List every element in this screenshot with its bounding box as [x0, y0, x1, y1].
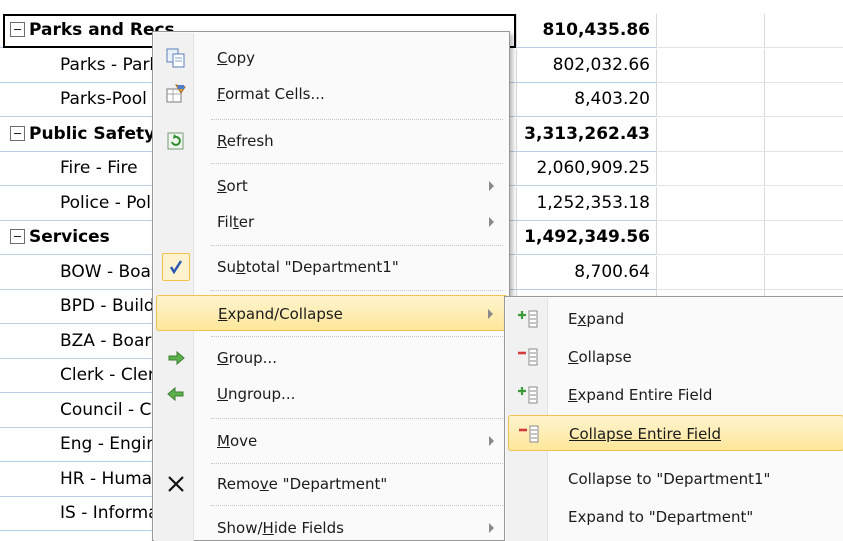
- empty-cell[interactable]: [656, 48, 764, 83]
- menu-item-remove[interactable]: Remove "Department": [156, 466, 508, 502]
- submenu-arrow-icon: [488, 309, 493, 319]
- plus-lines-icon: [517, 309, 539, 329]
- collapse-toggle-icon[interactable]: [10, 125, 25, 141]
- empty-cell[interactable]: [656, 255, 764, 290]
- row-label-text: Parks-Pool: [60, 89, 147, 109]
- menu-separator: [211, 163, 503, 164]
- value-cell[interactable]: 8,403.20: [516, 83, 656, 117]
- menu-item-show-hide-fields[interactable]: Show/Hide Fields: [156, 510, 508, 541]
- row-label-text: Clerk - Clerk: [60, 365, 165, 385]
- empty-cell[interactable]: [764, 186, 843, 221]
- menu-item-label: Show/Hide Fields: [217, 519, 344, 537]
- empty-cell[interactable]: [656, 117, 764, 152]
- value-cell[interactable]: 8,700.64: [516, 255, 656, 290]
- submenu-item-label: Collapse: [568, 348, 632, 366]
- value-cell[interactable]: 3,313,262.43: [516, 117, 656, 152]
- collapse-toggle-icon[interactable]: [10, 22, 25, 37]
- menu-item-label: Remove "Department": [217, 475, 388, 493]
- empty-cell[interactable]: [764, 152, 843, 186]
- menu-item-label: Refresh: [217, 132, 274, 150]
- menu-separator: [211, 119, 503, 120]
- row-label-text: BZA - Board: [60, 330, 162, 351]
- value-cell[interactable]: 810,435.86: [516, 14, 656, 48]
- empty-cell[interactable]: [764, 117, 843, 152]
- menu-separator: [211, 505, 503, 506]
- minus-lines-icon: [517, 347, 539, 367]
- empty-cell[interactable]: [656, 83, 764, 117]
- submenu-item-label: Expand to "Department": [568, 508, 754, 526]
- empty-cell[interactable]: [656, 186, 764, 221]
- value-cell[interactable]: 1,492,349.56: [516, 221, 656, 255]
- submenu-item-label: Collapse to "Department1": [568, 470, 771, 488]
- empty-cell[interactable]: [764, 14, 843, 48]
- value-cell[interactable]: 1,252,353.18: [516, 186, 656, 221]
- submenu-arrow-icon: [489, 217, 494, 227]
- menu-separator: [211, 418, 503, 419]
- menu-item-refresh[interactable]: Refresh: [156, 123, 508, 159]
- minus-lines-icon: [518, 424, 540, 444]
- menu-separator: [211, 336, 503, 337]
- submenu-item-label: Expand Entire Field: [568, 386, 713, 404]
- menu-separator: [211, 245, 503, 246]
- collapse-toggle-icon[interactable]: [10, 229, 25, 244]
- submenu-item-expand-entire-field[interactable]: Expand Entire Field: [508, 377, 843, 413]
- submenu-item-collapse[interactable]: Collapse: [508, 339, 843, 375]
- submenu-item-label: Expand: [568, 310, 625, 328]
- submenu-item-expand[interactable]: Expand: [508, 301, 843, 337]
- menu-item-ungroup[interactable]: Ungroup...: [156, 376, 508, 412]
- menu-item-label: Subtotal "Department1": [217, 258, 399, 276]
- submenu-item-label: Collapse Entire Field: [569, 425, 721, 443]
- green-right-arrow-icon: [166, 348, 186, 368]
- menu-item-label: Copy: [217, 49, 256, 67]
- x-icon: [166, 474, 186, 494]
- menu-item-format-cells[interactable]: Format Cells...: [156, 76, 508, 112]
- empty-cell[interactable]: [764, 83, 843, 117]
- check-icon: [162, 253, 190, 281]
- menu-item-label: Expand/Collapse: [218, 305, 343, 323]
- value-cell[interactable]: 2,060,909.25: [516, 152, 656, 186]
- menu-item-label: Format Cells...: [217, 85, 325, 103]
- green-left-arrow-icon: [166, 384, 186, 404]
- menu-item-expand-collapse[interactable]: Expand/Collapse: [156, 295, 508, 331]
- menu-item-copy[interactable]: Copy: [156, 40, 508, 76]
- menu-item-label: Filter: [217, 213, 255, 231]
- expand-collapse-submenu: Expand Collapse Expand Entire Field Coll…: [504, 296, 843, 541]
- empty-cell[interactable]: [764, 48, 843, 83]
- copy-icon: [166, 48, 186, 68]
- row-label-text: Fire - Fire: [60, 158, 138, 178]
- menu-item-move[interactable]: Move: [156, 423, 508, 459]
- menu-item-group[interactable]: Group...: [156, 340, 508, 376]
- empty-cell[interactable]: [764, 221, 843, 255]
- submenu-arrow-icon: [489, 181, 494, 191]
- context-menu: Copy Format Cells... Refresh Sort Filter…: [152, 31, 510, 541]
- empty-cell[interactable]: [656, 14, 764, 48]
- menu-separator: [211, 290, 503, 291]
- submenu-arrow-icon: [489, 436, 494, 446]
- submenu-item-collapse-to[interactable]: Collapse to "Department1": [508, 461, 843, 497]
- menu-item-filter[interactable]: Filter: [156, 204, 508, 240]
- menu-item-sort[interactable]: Sort: [156, 168, 508, 204]
- menu-item-label: Group...: [217, 349, 277, 367]
- row-label-text: Public Safety: [29, 123, 156, 144]
- menu-separator: [211, 463, 503, 464]
- menu-item-subtotal[interactable]: Subtotal "Department1": [156, 249, 508, 285]
- row-label-text: Services: [29, 227, 110, 247]
- plus-lines-icon: [517, 385, 539, 405]
- refresh-icon: [166, 131, 186, 151]
- submenu-item-expand-to[interactable]: Expand to "Department": [508, 499, 843, 535]
- menu-item-label: Ungroup...: [217, 385, 296, 403]
- format-cells-icon: [166, 84, 186, 104]
- submenu-item-collapse-entire-field[interactable]: Collapse Entire Field: [508, 415, 843, 451]
- empty-cell[interactable]: [764, 255, 843, 290]
- empty-cell[interactable]: [656, 152, 764, 186]
- value-cell[interactable]: 802,032.66: [516, 48, 656, 83]
- menu-item-label: Move: [217, 432, 258, 450]
- submenu-arrow-icon: [489, 523, 494, 533]
- menu-item-label: Sort: [217, 177, 248, 195]
- empty-cell[interactable]: [656, 221, 764, 255]
